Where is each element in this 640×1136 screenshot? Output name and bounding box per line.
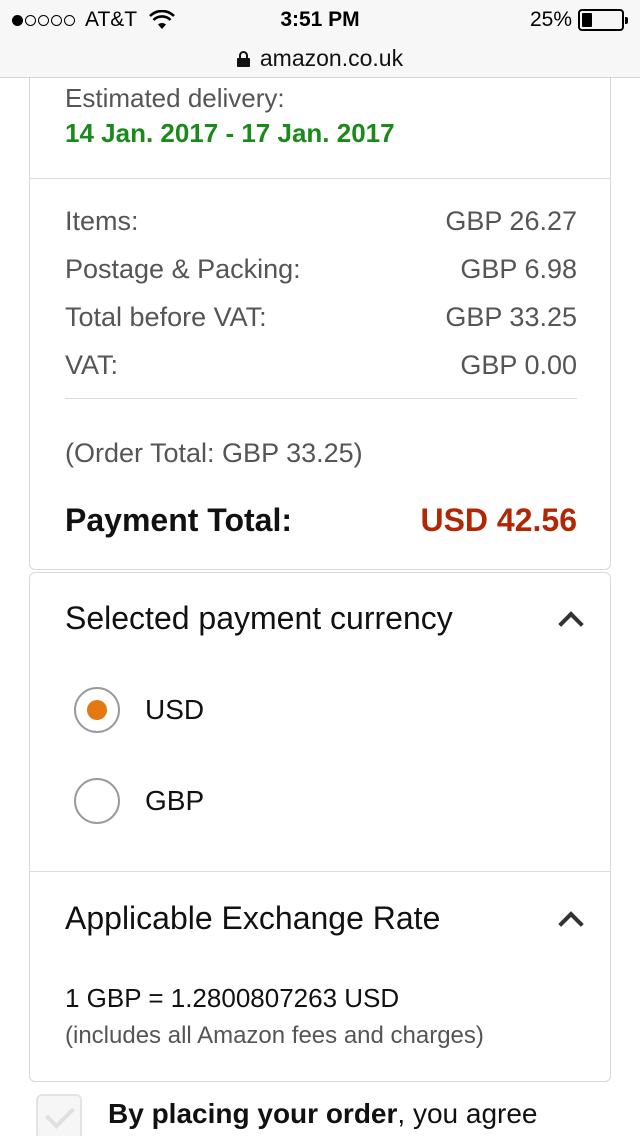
currency-option-gbp[interactable]: GBP bbox=[74, 778, 204, 824]
exchange-rate-value: 1 GBP = 1.2800807263 USD bbox=[65, 983, 400, 1013]
divider bbox=[30, 178, 610, 179]
radio-button-gbp[interactable] bbox=[74, 778, 120, 824]
url-display[interactable]: amazon.co.uk bbox=[236, 45, 404, 72]
estimated-delivery-label: Estimated delivery: bbox=[65, 83, 285, 113]
battery-icon bbox=[578, 9, 628, 31]
agreement-rest-text: , you agree bbox=[397, 1098, 538, 1129]
summary-value: GBP 0.00 bbox=[460, 350, 577, 380]
summary-label: Items: bbox=[65, 206, 139, 236]
summary-label: Total before VAT: bbox=[65, 302, 267, 332]
currency-card: Selected payment currency USD GBP Applic… bbox=[29, 572, 611, 1082]
currency-option-label: USD bbox=[145, 694, 205, 725]
estimated-delivery-dates: 14 Jan. 2017 - 17 Jan. 2017 bbox=[65, 118, 395, 148]
chevron-up-icon[interactable] bbox=[558, 911, 584, 937]
summary-value: GBP 6.98 bbox=[460, 254, 577, 284]
exchange-rate-heading[interactable]: Applicable Exchange Rate bbox=[65, 900, 440, 937]
agreement-bold-text: By placing your order bbox=[108, 1098, 398, 1129]
url-text: amazon.co.uk bbox=[259, 45, 404, 71]
battery-info: 25% bbox=[529, 8, 628, 32]
lock-icon bbox=[236, 50, 250, 67]
chevron-up-icon[interactable] bbox=[558, 611, 584, 637]
agreement-checkbox[interactable] bbox=[36, 1094, 82, 1136]
order-agreement-text: By placing your order, you agree bbox=[108, 1098, 538, 1130]
payment-total-label: Payment Total: bbox=[65, 502, 292, 538]
summary-row-vat: VAT: GBP 0.00 bbox=[65, 350, 577, 398]
status-bar: AT&T 3:51 PM 25% bbox=[0, 0, 640, 40]
order-summary-card: Estimated delivery: 14 Jan. 2017 - 17 Ja… bbox=[29, 78, 611, 570]
order-summary-table: Items: GBP 26.27 Postage & Packing: GBP … bbox=[65, 206, 577, 398]
payment-currency-heading[interactable]: Selected payment currency bbox=[65, 600, 453, 637]
summary-value: GBP 26.27 bbox=[445, 206, 577, 236]
payment-total-row: Payment Total: USD 42.56 bbox=[65, 502, 577, 539]
divider bbox=[30, 871, 610, 872]
radio-button-usd[interactable] bbox=[74, 687, 120, 733]
divider bbox=[65, 398, 577, 399]
currency-option-label: GBP bbox=[145, 785, 205, 816]
summary-row-items: Items: GBP 26.27 bbox=[65, 206, 577, 254]
summary-row-postage: Postage & Packing: GBP 6.98 bbox=[65, 254, 577, 302]
address-bar[interactable]: amazon.co.uk bbox=[0, 40, 640, 78]
exchange-rate-note: (includes all Amazon fees and charges) bbox=[65, 1022, 484, 1049]
summary-label: VAT: bbox=[65, 350, 119, 380]
battery-level-fill bbox=[582, 13, 592, 27]
summary-value: GBP 33.25 bbox=[445, 302, 577, 332]
order-total-text: (Order Total: GBP 33.25) bbox=[65, 438, 363, 468]
payment-total-value: USD 42.56 bbox=[420, 502, 577, 538]
battery-percent: 25% bbox=[529, 8, 572, 31]
summary-label: Postage & Packing: bbox=[65, 254, 301, 284]
currency-option-usd[interactable]: USD bbox=[74, 687, 204, 733]
summary-row-total-before-vat: Total before VAT: GBP 33.25 bbox=[65, 302, 577, 350]
